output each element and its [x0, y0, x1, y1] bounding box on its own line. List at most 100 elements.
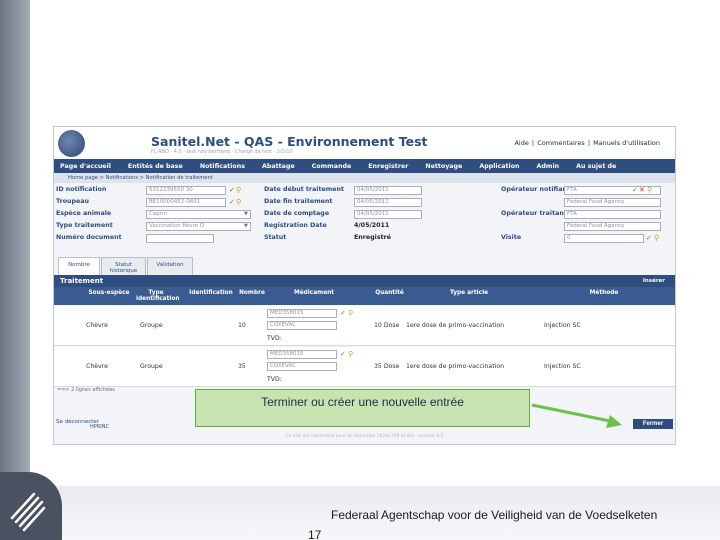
- menu-notifications[interactable]: Notifications: [200, 163, 245, 170]
- chevron-down-icon: ▼: [244, 211, 248, 217]
- comments-link[interactable]: Commentaires: [536, 139, 586, 147]
- arrow-icon: [531, 403, 622, 428]
- app-subtitle: FL·ABD · 4.0 · test nov bertrand · Charg…: [151, 149, 293, 155]
- instruction-callout: Terminer ou créer une nouvelle entrée: [195, 389, 530, 427]
- close-icon[interactable]: ✕: [639, 186, 645, 195]
- menu-about[interactable]: Au sujet de: [576, 163, 616, 170]
- th-sous-espece: Sous-espèce: [88, 290, 130, 296]
- th-identification: Identification: [189, 290, 233, 296]
- check-icon[interactable]: ✓: [229, 186, 235, 195]
- tab-statut-historique[interactable]: Statut historique: [101, 257, 146, 275]
- check-icon[interactable]: ✓: [646, 234, 652, 243]
- check-icon[interactable]: ✓: [340, 309, 346, 318]
- th-type-identification: Type identification: [136, 290, 180, 302]
- search-icon[interactable]: ⚲: [236, 198, 241, 207]
- menu-application[interactable]: Application: [479, 163, 519, 170]
- label-numero-document: Numéro document: [56, 234, 122, 241]
- cell-type-article: 1ere dose de primo-vaccination: [406, 322, 505, 329]
- menu-abattage[interactable]: Abattage: [262, 163, 295, 170]
- date-debut-field[interactable]: 04/05/2011: [354, 186, 422, 195]
- medicament-code-field[interactable]: MED358015: [267, 350, 337, 359]
- operateur-notifiant-name: Federal Food Agency: [564, 198, 661, 207]
- tvd-label: TVD:: [267, 376, 282, 383]
- operateur-traitant-field[interactable]: FTA: [564, 210, 661, 219]
- app-header: Sanitel.Net - QAS - Environnement Test F…: [54, 127, 675, 159]
- breadcrumb: Home page > Notifications > Notification…: [54, 173, 675, 183]
- cell-sous-espece: Chèvre: [86, 363, 108, 370]
- label-type-traitement: Type traitement: [56, 222, 113, 229]
- cell-quantite: 35 Dose: [374, 363, 400, 370]
- table-row[interactable]: Chèvre Groupe 35 MED358015 ✓ ⚲ COXEVAC T…: [54, 347, 675, 387]
- check-icon[interactable]: ✓: [632, 186, 638, 195]
- cell-type-id: Groupe: [140, 322, 163, 329]
- th-nombre: Nombre: [239, 290, 265, 296]
- th-type-article: Type article: [449, 290, 489, 296]
- search-icon[interactable]: ⚲: [348, 309, 353, 318]
- help-link[interactable]: Aide: [513, 139, 529, 147]
- menu-home[interactable]: Page d'accueil: [60, 163, 111, 170]
- fork-knife-icon: [10, 492, 46, 532]
- label-troupeau: Troupeau: [56, 198, 90, 205]
- menu-nettoyage[interactable]: Nettoyage: [425, 163, 462, 170]
- user-name: HPRINC: [90, 424, 109, 430]
- medicament-code-field[interactable]: MED358015: [267, 309, 337, 318]
- insert-button[interactable]: Insérer: [643, 278, 665, 284]
- page-number: 17: [308, 528, 322, 540]
- search-icon[interactable]: ⚲: [647, 186, 652, 195]
- statut-value: Enregistré: [354, 234, 391, 241]
- label-id-notification: ID notification: [56, 186, 107, 193]
- check-icon[interactable]: ✓: [229, 198, 235, 207]
- cell-nombre: 10: [238, 322, 246, 329]
- label-operateur-traitant: Opérateur traitant: [501, 210, 567, 217]
- close-button[interactable]: Fermer: [633, 419, 673, 429]
- label-registration-date: Registration Date: [264, 222, 327, 229]
- search-icon[interactable]: ⚲: [654, 234, 659, 243]
- operateur-traitant-name: Federal Food Agency: [564, 222, 661, 231]
- tab-validation[interactable]: Validation: [147, 257, 193, 275]
- cell-nombre: 35: [238, 363, 246, 370]
- check-icon[interactable]: ✓: [340, 350, 346, 359]
- section-title: Traitement: [60, 277, 104, 285]
- table-row[interactable]: Chèvre Groupe 10 MED358015 ✓ ⚲ COXEVAC T…: [54, 306, 675, 346]
- label-operateur-notifiant: Opérateur notifiant: [501, 186, 570, 193]
- cell-type-article: 1ere dose de primo-vaccination: [406, 363, 505, 370]
- search-icon[interactable]: ⚲: [348, 350, 353, 359]
- agency-logo: [0, 472, 62, 540]
- cell-quantite: 10 Dose: [374, 322, 400, 329]
- troupeau-field[interactable]: BE10000452-0601: [146, 198, 226, 207]
- main-menu: Page d'accueil Entités de base Notificat…: [54, 159, 675, 173]
- sanitel-logo-icon: [58, 130, 85, 157]
- th-medicament: Médicament: [293, 290, 335, 296]
- medicament-name-field: COXEVAC: [267, 321, 337, 330]
- id-notification-field[interactable]: 5312239550 30: [146, 186, 226, 195]
- cell-methode: Injection SC: [544, 363, 581, 370]
- date-fin-field[interactable]: 04/05/2011: [354, 198, 422, 207]
- label-date-fin: Date fin traitement: [264, 198, 333, 205]
- cell-sous-espece: Chèvre: [86, 322, 108, 329]
- medicament-name-field: COXEVAC: [267, 362, 337, 371]
- menu-enregistrer[interactable]: Enregistrer: [368, 163, 408, 170]
- search-icon[interactable]: ⚲: [236, 186, 241, 195]
- visite-field[interactable]: 0: [564, 234, 644, 243]
- chevron-down-icon: ▼: [244, 223, 248, 229]
- th-methode: Méthode: [589, 290, 619, 296]
- table-header: Sous-espèce Type identification Identifi…: [54, 287, 675, 305]
- th-quantite: Quantité: [375, 290, 404, 296]
- cell-methode: Injection SC: [544, 322, 581, 329]
- registration-date-value: 4/05/2011: [354, 222, 390, 229]
- top-links: Aide | Commentaires | Manuels d'utilisat…: [513, 139, 661, 147]
- tvd-label: TVD:: [267, 335, 282, 342]
- app-footer-note: Ce site est optimalisé pour la résolutio…: [285, 434, 444, 439]
- tab-nombre[interactable]: Nombre: [58, 257, 100, 275]
- date-comptage-field[interactable]: 04/05/2011: [354, 210, 422, 219]
- espece-select[interactable]: Caprin: [146, 210, 251, 219]
- menu-commande[interactable]: Commande: [312, 163, 352, 170]
- app-title: Sanitel.Net - QAS - Environnement Test: [151, 134, 428, 149]
- menu-admin[interactable]: Admin: [537, 163, 560, 170]
- manuals-link[interactable]: Manuels d'utilisation: [592, 139, 661, 147]
- type-traitement-select[interactable]: Vaccination fièvre Q: [146, 222, 251, 231]
- agency-name: Federaal Agentschap voor de Veiligheid v…: [331, 508, 658, 522]
- numero-document-field[interactable]: [146, 234, 214, 243]
- label-espece: Espèce animale: [56, 210, 112, 217]
- menu-base-entities[interactable]: Entités de base: [128, 163, 183, 170]
